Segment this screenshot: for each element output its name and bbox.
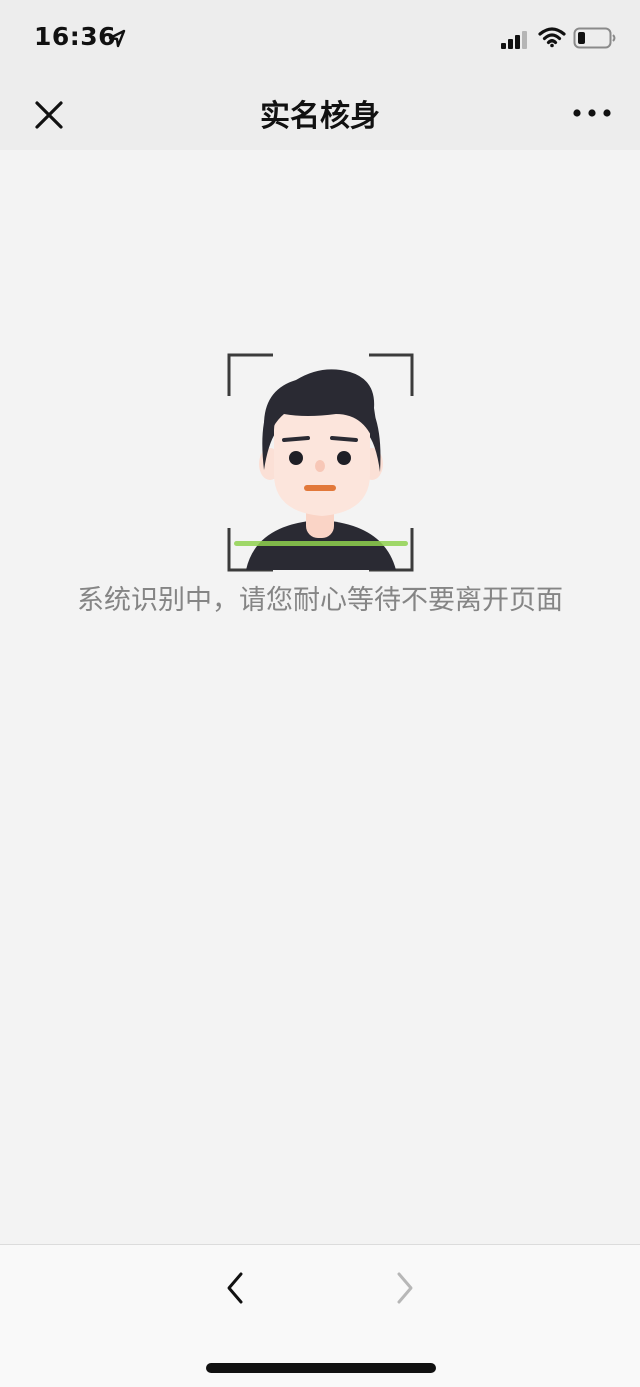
cellular-signal-icon bbox=[501, 31, 527, 49]
recognition-status-message: 系统识别中，请您耐心等待不要离开页面 bbox=[77, 585, 563, 616]
status-bar: 16:36 bbox=[0, 0, 640, 80]
more-dots-icon bbox=[573, 109, 611, 117]
status-time: 16:36 bbox=[34, 22, 117, 51]
close-icon bbox=[35, 101, 63, 129]
page-title: 实名核身 bbox=[260, 99, 380, 134]
browser-toolbar bbox=[0, 1244, 640, 1387]
close-button[interactable] bbox=[26, 92, 72, 138]
battery-icon bbox=[573, 27, 616, 49]
back-button[interactable] bbox=[210, 1263, 260, 1313]
location-arrow-icon bbox=[108, 29, 126, 48]
chevron-right-icon bbox=[397, 1272, 413, 1304]
main-content: 系统识别中，请您耐心等待不要离开页面 bbox=[0, 150, 640, 1244]
nav-bar: 实名核身 bbox=[0, 80, 640, 150]
wifi-icon bbox=[538, 27, 566, 48]
forward-button[interactable] bbox=[380, 1263, 430, 1313]
more-button[interactable] bbox=[566, 92, 618, 134]
home-indicator[interactable] bbox=[206, 1363, 436, 1373]
face-scan-avatar bbox=[227, 353, 414, 572]
chevron-left-icon bbox=[227, 1272, 243, 1304]
